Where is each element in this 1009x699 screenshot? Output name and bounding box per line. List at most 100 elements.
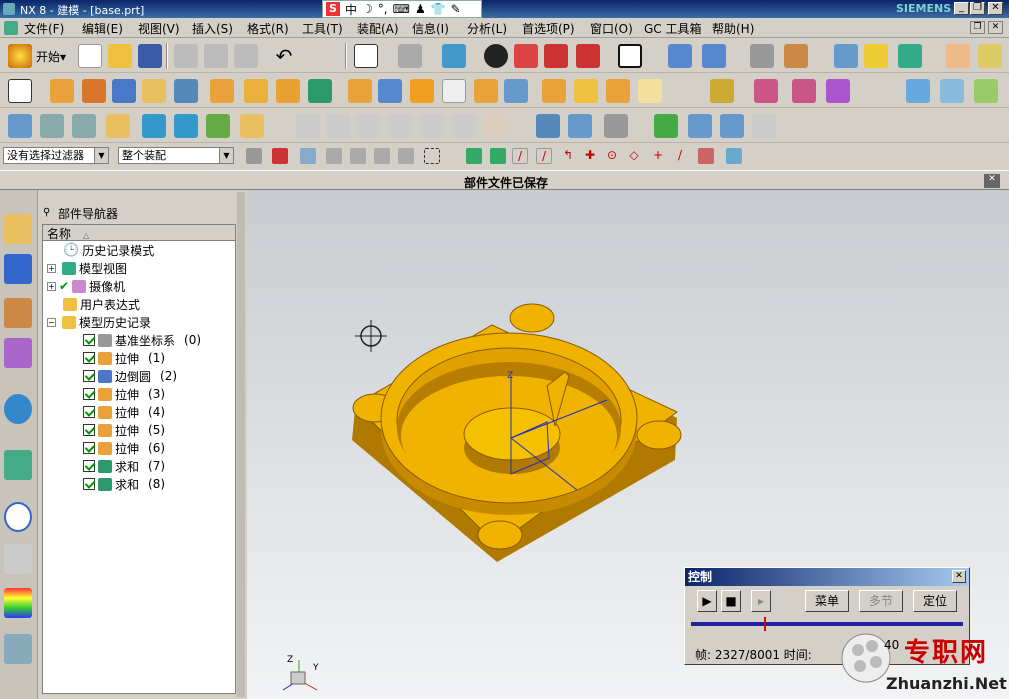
point-on-face-icon[interactable]	[698, 148, 714, 164]
menu-window[interactable]: 窗口(O)	[590, 20, 633, 37]
start-button[interactable]: 开始▾	[36, 48, 66, 65]
shaded-cube-icon[interactable]	[442, 44, 466, 68]
collapse-icon[interactable]: −	[47, 317, 56, 327]
control-point-icon[interactable]: ↰	[560, 148, 576, 164]
navigator-tree[interactable]: 名称 △ 🕒 历史记录模式 + 模型视图 + ✔ 摄像机 用户表达式 − 模型历史记录 基准…	[42, 224, 236, 694]
edit-surface-icon[interactable]	[974, 79, 998, 103]
position-button[interactable]: 定位	[913, 590, 957, 612]
stop-button[interactable]: ■	[721, 590, 741, 612]
expand-icon[interactable]: +	[47, 281, 56, 291]
offset-face-icon[interactable]	[542, 79, 566, 103]
paste-icon[interactable]	[234, 44, 258, 68]
menu-view[interactable]: 视图(V)	[138, 20, 180, 37]
orient-view-icon[interactable]	[398, 44, 422, 68]
menu-assembly[interactable]: 装配(A)	[357, 20, 399, 37]
render-style-icon[interactable]	[484, 44, 508, 68]
fit-view-icon[interactable]	[354, 44, 378, 68]
menu-tools[interactable]: 工具(T)	[302, 20, 343, 37]
roles-icon[interactable]	[4, 634, 32, 664]
surface-icon[interactable]	[606, 79, 630, 103]
resize-blend-icon[interactable]	[826, 79, 850, 103]
tree-item-cameras[interactable]: + ✔ 摄像机	[47, 277, 125, 295]
chevron-down-icon[interactable]: ▼	[94, 148, 108, 163]
tree-item-history-mode[interactable]: 🕒 历史记录模式	[63, 241, 154, 259]
block-icon[interactable]	[112, 79, 136, 103]
tree-item-unite-8[interactable]: 求和 (8)	[83, 475, 165, 493]
shirt-icon[interactable]: 👕	[431, 2, 446, 16]
intersection-icon[interactable]: ✚	[582, 148, 598, 164]
continuity-g1-icon[interactable]	[388, 114, 412, 138]
ime-mode[interactable]: 中	[345, 1, 357, 18]
close-button[interactable]: ✕	[988, 2, 1003, 15]
sketch-icon[interactable]	[8, 79, 32, 103]
sync-move-icon[interactable]	[710, 79, 734, 103]
scale-body-icon[interactable]	[574, 79, 598, 103]
surface-analysis-icon[interactable]	[326, 114, 350, 138]
tree-item-model-views[interactable]: + 模型视图	[47, 259, 127, 277]
part-navigator-icon[interactable]	[4, 298, 32, 328]
info-list-icon[interactable]	[750, 44, 774, 68]
edge-select-icon[interactable]	[374, 148, 390, 164]
continuity-g0-icon[interactable]	[356, 114, 380, 138]
surface-grid-icon[interactable]	[906, 79, 930, 103]
column-header-name[interactable]: 名称 △	[43, 225, 235, 241]
body-select-icon[interactable]	[326, 148, 342, 164]
end-point-icon[interactable]: /	[512, 148, 528, 164]
new-file-icon[interactable]	[78, 44, 102, 68]
hole-icon[interactable]	[142, 79, 166, 103]
tree-item-extrude-5[interactable]: 拉伸 (5)	[83, 421, 165, 439]
edge-blend-icon[interactable]	[410, 79, 434, 103]
boss-icon[interactable]	[174, 79, 198, 103]
layer-stack-icon[interactable]	[72, 114, 96, 138]
wrench-icon[interactable]: ✎	[451, 2, 461, 16]
timeline-slider[interactable]	[691, 622, 963, 626]
hammer-icon[interactable]	[174, 114, 198, 138]
layer-icon[interactable]	[668, 44, 692, 68]
check-list-icon[interactable]	[688, 114, 712, 138]
timeline-thumb[interactable]	[764, 617, 766, 631]
nx-menu-icon[interactable]	[4, 21, 18, 35]
pattern-icon[interactable]	[276, 79, 300, 103]
visibility-checkbox[interactable]	[83, 334, 95, 346]
visibility-checkbox[interactable]	[83, 478, 95, 490]
arc-center-icon[interactable]: ⊙	[604, 148, 620, 164]
rectangle-select-icon[interactable]	[424, 148, 440, 164]
cut-icon[interactable]	[174, 44, 198, 68]
type-filter-select[interactable]: 没有选择过滤器 ▼	[3, 147, 109, 164]
history-clock-icon[interactable]	[4, 502, 32, 532]
status-close-icon[interactable]: ✕	[984, 174, 1000, 188]
tree-item-extrude-1[interactable]: 拉伸 (1)	[83, 349, 165, 367]
pocket-icon[interactable]	[244, 79, 268, 103]
snap-enable-icon[interactable]	[466, 148, 482, 164]
expand-icon[interactable]: +	[47, 263, 56, 273]
draft-icon[interactable]	[504, 79, 528, 103]
filter-reset-icon[interactable]	[246, 148, 262, 164]
visibility-checkbox[interactable]	[83, 442, 95, 454]
scope-select[interactable]: 整个装配 ▼	[118, 147, 234, 164]
coord-system-icon[interactable]	[752, 114, 776, 138]
spring-icon[interactable]	[536, 114, 560, 138]
thicken-icon[interactable]	[638, 79, 662, 103]
dialog-close-button[interactable]: ✕	[952, 570, 966, 583]
menu-help[interactable]: 帮助(H)	[712, 20, 754, 37]
datum-plane-icon[interactable]	[8, 114, 32, 138]
copy-icon[interactable]	[204, 44, 228, 68]
assembly-navigator-icon[interactable]	[4, 214, 32, 244]
reuse-library-icon[interactable]	[4, 338, 32, 368]
user-icon[interactable]: ♟	[415, 2, 426, 16]
replace-face-icon[interactable]	[754, 79, 778, 103]
restore-button[interactable]: ❐	[970, 2, 985, 15]
menu-information[interactable]: 信息(I)	[412, 20, 449, 37]
wireframe-cube-icon[interactable]	[544, 44, 568, 68]
menu-analysis[interactable]: 分析(L)	[467, 20, 507, 37]
curve-mesh-icon[interactable]	[940, 79, 964, 103]
visibility-checkbox[interactable]	[83, 460, 95, 472]
delete-face-icon[interactable]	[792, 79, 816, 103]
move-layer-icon[interactable]	[702, 44, 726, 68]
shell-icon[interactable]	[474, 79, 498, 103]
moon-icon[interactable]: ☽	[362, 2, 373, 16]
visibility-checkbox[interactable]	[83, 370, 95, 382]
extrude-icon[interactable]	[50, 79, 74, 103]
revolve-icon[interactable]	[82, 79, 106, 103]
curve-analysis-icon[interactable]	[296, 114, 320, 138]
